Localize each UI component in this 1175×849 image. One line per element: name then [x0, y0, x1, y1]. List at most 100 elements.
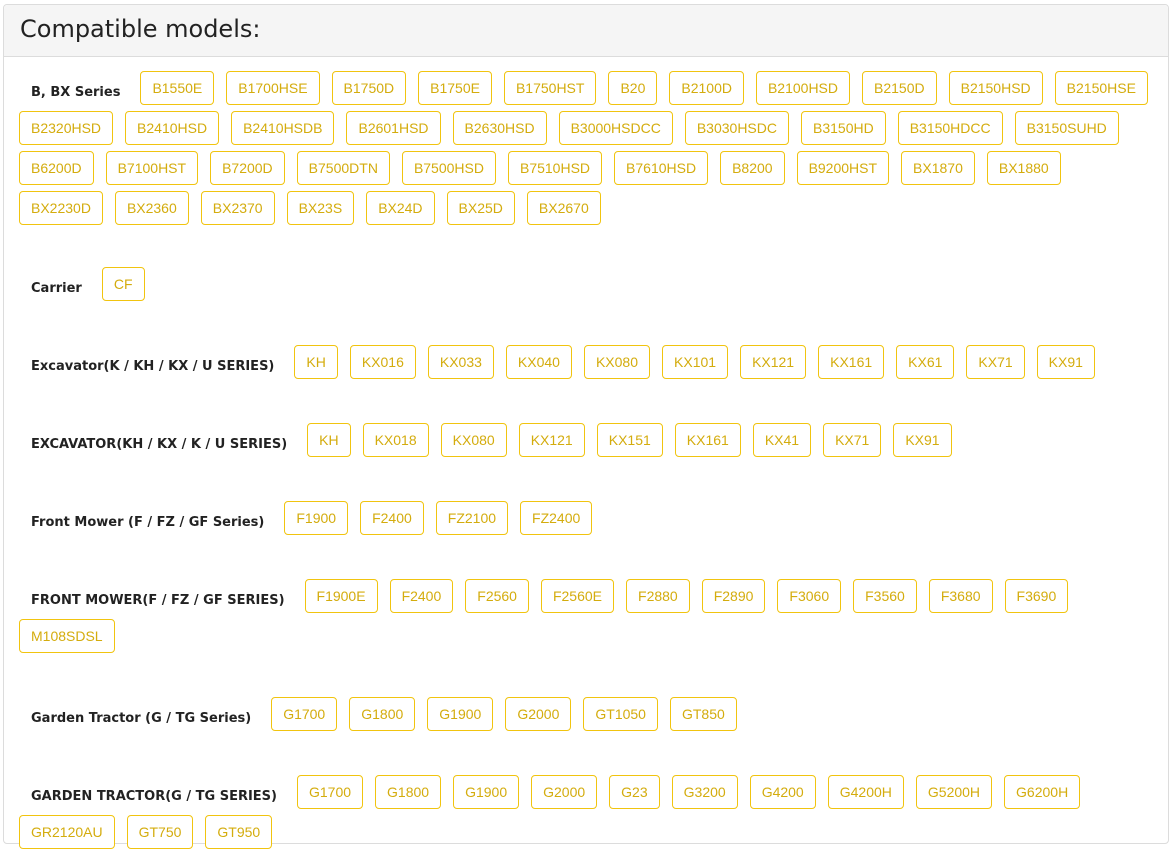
model-tag[interactable]: B2150HSE [1054, 71, 1148, 105]
model-tag[interactable]: G3200 [671, 775, 738, 809]
model-tag[interactable]: BX1880 [986, 151, 1061, 185]
model-tag[interactable]: F3060 [777, 579, 842, 613]
model-tag[interactable]: FZ2100 [435, 501, 509, 535]
model-tag[interactable]: B8200 [720, 151, 785, 185]
model-tag[interactable]: BX1870 [901, 151, 975, 185]
model-tag[interactable]: F2400 [360, 501, 424, 535]
model-tag[interactable]: B7510HSD [507, 151, 603, 185]
model-tag[interactable]: KX161 [818, 345, 885, 379]
model-tag[interactable]: B1700HSE [226, 71, 320, 105]
model-tag[interactable]: B2150HSD [948, 71, 1043, 105]
model-tag[interactable]: B2601HSD [346, 111, 441, 145]
model-tag[interactable]: B3030HSDC [684, 111, 789, 145]
series-group: B, BX Series B1550E B1700HSE B1750D B1750E B1… [19, 71, 1153, 225]
model-tag[interactable]: G2000 [531, 775, 598, 809]
model-tag[interactable]: G4200H [827, 775, 904, 809]
model-tag[interactable]: BX23S [286, 191, 355, 225]
model-tag[interactable]: BX24D [366, 191, 435, 225]
model-tag[interactable]: KX121 [518, 423, 585, 457]
model-tag[interactable]: G2000 [505, 697, 572, 731]
model-tag[interactable]: KX080 [583, 345, 651, 379]
model-tag[interactable]: F2880 [626, 579, 690, 613]
model-tag[interactable]: G1900 [453, 775, 520, 809]
model-tag[interactable]: GT1050 [583, 697, 658, 731]
model-tag[interactable]: G23 [609, 775, 660, 809]
model-tag[interactable]: KX040 [505, 345, 572, 379]
model-tag[interactable]: KX033 [427, 345, 494, 379]
model-tag[interactable]: B6200D [19, 151, 94, 185]
model-tag[interactable]: GT950 [205, 815, 273, 849]
model-tag[interactable]: B1750HST [503, 71, 597, 105]
model-tag[interactable]: B7500DTN [296, 151, 390, 185]
model-tag[interactable]: B1550E [140, 71, 215, 105]
model-tag[interactable]: KX101 [662, 345, 729, 379]
model-tag[interactable]: B3150HD [801, 111, 886, 145]
model-tag[interactable]: GT750 [126, 815, 194, 849]
model-tag[interactable]: G6200H [1004, 775, 1081, 809]
model-tag[interactable]: B7610HSD [614, 151, 709, 185]
series-label: GARDEN TRACTOR(G / TG SERIES) [31, 788, 277, 804]
model-tag[interactable]: BX2370 [200, 191, 275, 225]
model-tag[interactable]: F1900E [304, 579, 378, 613]
model-tag[interactable]: F2560 [465, 579, 529, 613]
model-tag[interactable]: G5200H [915, 775, 993, 809]
model-tag[interactable]: B2100HSD [755, 71, 851, 105]
model-tag[interactable]: KX151 [596, 423, 663, 457]
model-tag[interactable]: B2410HSDB [231, 111, 335, 145]
model-tag[interactable]: BX2230D [19, 191, 103, 225]
model-tag[interactable]: G4200 [749, 775, 816, 809]
model-tag[interactable]: G1700 [271, 697, 338, 731]
model-tag[interactable]: KX161 [674, 423, 741, 457]
model-tag[interactable]: KX61 [896, 345, 955, 379]
model-tag[interactable]: KX41 [752, 423, 812, 457]
model-tag[interactable]: B2320HSD [19, 111, 114, 145]
model-tag[interactable]: KH [307, 423, 351, 457]
model-tag[interactable]: BX25D [446, 191, 515, 225]
model-tag[interactable]: KX91 [893, 423, 952, 457]
series-label: FRONT MOWER(F / FZ / GF SERIES) [31, 592, 285, 608]
panel-title: Compatible models: [20, 15, 261, 43]
model-tag[interactable]: G1800 [375, 775, 442, 809]
model-tag[interactable]: F2400 [389, 579, 454, 613]
model-tag[interactable]: B7200D [210, 151, 285, 185]
model-tag[interactable]: F3560 [853, 579, 917, 613]
model-tag[interactable]: G1800 [349, 697, 416, 731]
model-tag[interactable]: F1900 [284, 501, 349, 535]
model-tag[interactable]: BX2360 [114, 191, 189, 225]
model-tag[interactable]: M108SDSL [19, 619, 115, 653]
model-tag[interactable]: B7100HST [105, 151, 199, 185]
model-tag[interactable]: B2410HSD [125, 111, 220, 145]
model-tag[interactable]: F3680 [928, 579, 993, 613]
series-label: Excavator(K / KH / KX / U SERIES) [31, 358, 275, 374]
model-tag[interactable]: F3690 [1004, 579, 1069, 613]
model-tag[interactable]: B7500HSD [401, 151, 496, 185]
model-tag[interactable]: F2890 [701, 579, 766, 613]
model-tag[interactable]: GT850 [669, 697, 737, 731]
model-tag[interactable]: KX080 [440, 423, 507, 457]
model-tag[interactable]: G1900 [427, 697, 494, 731]
model-tag[interactable]: KX91 [1036, 345, 1095, 379]
model-tag[interactable]: BX2670 [526, 191, 601, 225]
model-tag[interactable]: KX016 [349, 345, 416, 379]
model-tag[interactable]: G1700 [296, 775, 364, 809]
model-tag[interactable]: KH [294, 345, 338, 379]
model-tag[interactable]: B2630HSD [452, 111, 547, 145]
model-tag[interactable]: B2150D [862, 71, 937, 105]
model-tag[interactable]: KX121 [740, 345, 807, 379]
model-tag[interactable]: KX018 [362, 423, 429, 457]
model-tag[interactable]: FZ2400 [520, 501, 593, 535]
model-tag[interactable]: KX71 [823, 423, 882, 457]
model-tag[interactable]: B3000HSDCC [558, 111, 673, 145]
series-label: Garden Tractor (G / TG Series) [31, 710, 252, 726]
model-tag[interactable]: CF [101, 267, 145, 301]
model-tag[interactable]: F2560E [540, 579, 615, 613]
model-tag[interactable]: B1750D [331, 71, 407, 105]
model-tag[interactable]: B3150SUHD [1014, 111, 1119, 145]
model-tag[interactable]: KX71 [966, 345, 1025, 379]
model-tag[interactable]: GR2120AU [19, 815, 115, 849]
model-tag[interactable]: B20 [608, 71, 658, 105]
model-tag[interactable]: B1750E [418, 71, 492, 105]
model-tag[interactable]: B2100D [669, 71, 744, 105]
model-tag[interactable]: B3150HDCC [897, 111, 1003, 145]
model-tag[interactable]: B9200HST [796, 151, 890, 185]
